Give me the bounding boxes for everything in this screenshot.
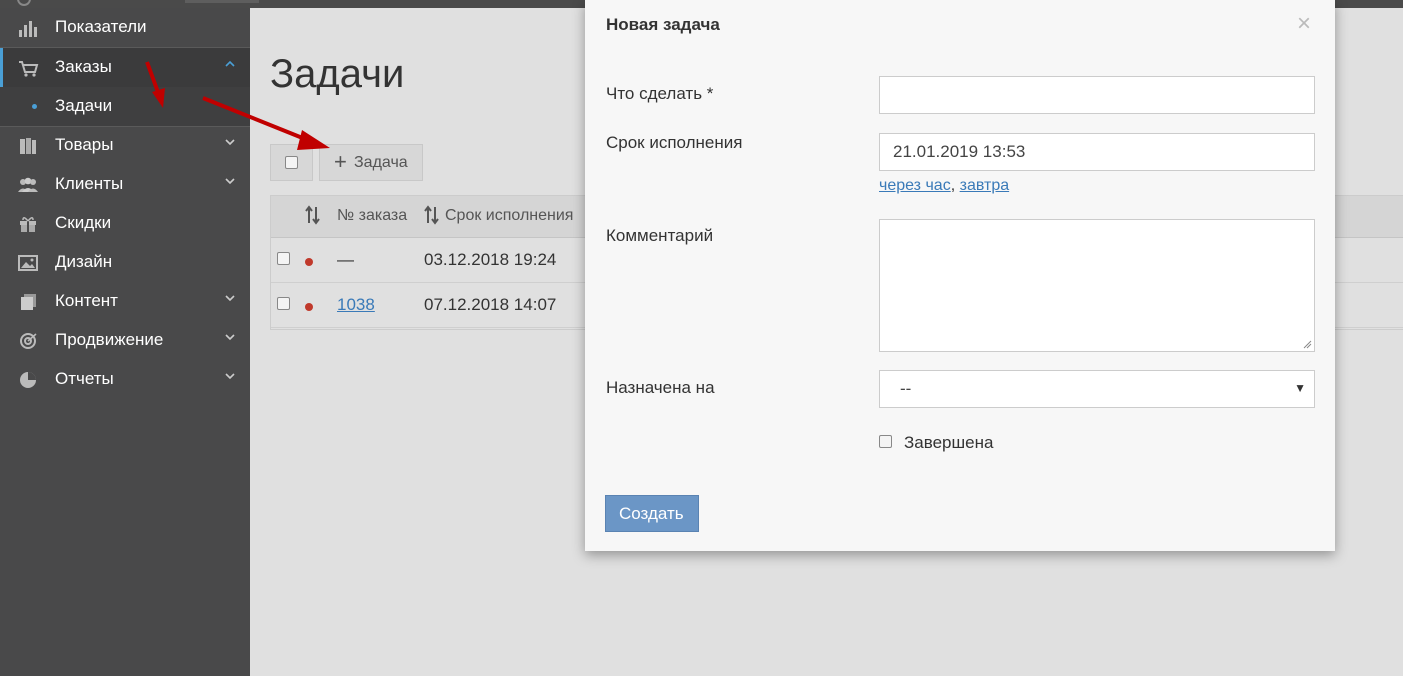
chevron-up-icon[interactable] — [224, 58, 236, 70]
status-dot-icon — [305, 303, 313, 311]
create-button[interactable]: Создать — [605, 495, 699, 532]
pie-chart-icon — [20, 372, 36, 388]
sidebar-item-orders[interactable]: Заказы — [0, 48, 250, 87]
top-tab[interactable] — [185, 0, 259, 3]
sidebar-item-label: Показатели — [55, 17, 147, 36]
logo-icon — [17, 0, 31, 6]
image-icon — [18, 255, 38, 271]
plus-icon: + — [334, 149, 347, 174]
caret-down-icon: ▼ — [1294, 381, 1306, 395]
quick-date-links: через час, завтра — [879, 177, 1009, 195]
done-label: Завершена — [904, 433, 994, 452]
sidebar-item-dashboard[interactable]: Показатели — [0, 8, 250, 47]
sidebar-item-reports[interactable]: Отчеты — [0, 360, 250, 399]
sidebar-item-label: Заказы — [55, 57, 112, 76]
create-button-label: Создать — [619, 504, 684, 523]
due-date: 07.12.2018 14:07 — [424, 295, 557, 314]
due-label: Срок исполнения — [606, 133, 743, 152]
in-an-hour-link[interactable]: через час — [879, 177, 951, 194]
row-checkbox[interactable] — [277, 297, 290, 310]
chevron-down-icon[interactable] — [224, 175, 236, 187]
due-value: 21.01.2019 13:53 — [893, 142, 1026, 161]
sidebar-item-discounts[interactable]: Скидки — [0, 204, 250, 243]
sidebar-item-label: Отчеты — [55, 369, 114, 388]
what-label: Что сделать * — [606, 84, 714, 103]
assigned-select[interactable]: -- ▼ — [879, 370, 1315, 408]
cart-icon — [19, 61, 39, 77]
books-icon — [20, 138, 36, 154]
sort-icon[interactable] — [304, 205, 322, 225]
assigned-value: -- — [900, 379, 912, 398]
sidebar-item-label: Дизайн — [55, 252, 113, 271]
sidebar-item-products[interactable]: Товары — [0, 126, 250, 165]
sidebar-subitem-label: Задачи — [55, 96, 113, 115]
chevron-down-icon[interactable] — [224, 331, 236, 343]
sort-icon[interactable] — [423, 205, 441, 225]
sidebar-item-label: Скидки — [55, 213, 112, 232]
select-all-button[interactable] — [270, 144, 313, 181]
tomorrow-link[interactable]: завтра — [960, 177, 1010, 194]
new-task-modal: Новая задача × Что сделать * Срок исполн… — [585, 0, 1335, 551]
add-task-label: Задача — [354, 154, 408, 171]
order-number: — — [337, 250, 354, 269]
done-checkbox[interactable] — [879, 435, 892, 448]
active-dot-icon — [32, 104, 37, 109]
sidebar-item-label: Продвижение — [55, 330, 164, 349]
bar-chart-icon — [19, 21, 37, 37]
select-all-checkbox[interactable] — [285, 156, 298, 169]
column-header-due[interactable]: Срок исполнения — [445, 207, 573, 225]
sidebar-item-label: Товары — [55, 135, 114, 154]
page-title: Задачи — [270, 52, 405, 96]
modal-title: Новая задача — [606, 15, 720, 34]
chevron-down-icon[interactable] — [224, 370, 236, 382]
due-date: 03.12.2018 19:24 — [424, 250, 557, 269]
due-input[interactable]: 21.01.2019 13:53 — [879, 133, 1315, 171]
sidebar-item-content[interactable]: Контент — [0, 282, 250, 321]
row-checkbox[interactable] — [277, 252, 290, 265]
comment-textarea[interactable] — [879, 219, 1315, 352]
chevron-down-icon[interactable] — [224, 292, 236, 304]
target-icon — [20, 333, 37, 349]
assigned-label: Назначена на — [606, 378, 715, 397]
close-icon[interactable]: × — [1297, 12, 1311, 36]
sidebar-subitem-tasks[interactable]: Задачи — [0, 87, 250, 126]
order-link[interactable]: 1038 — [337, 295, 375, 315]
column-header-order[interactable]: № заказа — [337, 207, 407, 225]
add-task-button[interactable]: + Задача — [319, 144, 423, 181]
sidebar-item-label: Клиенты — [55, 174, 124, 193]
sidebar-item-promotion[interactable]: Продвижение — [0, 321, 250, 360]
quick-separator: , — [950, 177, 956, 194]
status-dot-icon — [305, 258, 313, 266]
sidebar: Показатели Заказы Задачи Товары Клиенты — [0, 8, 250, 676]
users-icon — [18, 177, 38, 192]
comment-label: Комментарий — [606, 226, 714, 245]
resize-grip-icon[interactable] — [1303, 340, 1312, 349]
what-input[interactable] — [879, 76, 1315, 114]
sidebar-item-label: Контент — [55, 291, 118, 310]
sidebar-item-design[interactable]: Дизайн — [0, 243, 250, 282]
gift-icon — [20, 217, 36, 232]
sidebar-item-clients[interactable]: Клиенты — [0, 165, 250, 204]
pages-icon — [21, 294, 36, 310]
chevron-down-icon[interactable] — [224, 136, 236, 148]
